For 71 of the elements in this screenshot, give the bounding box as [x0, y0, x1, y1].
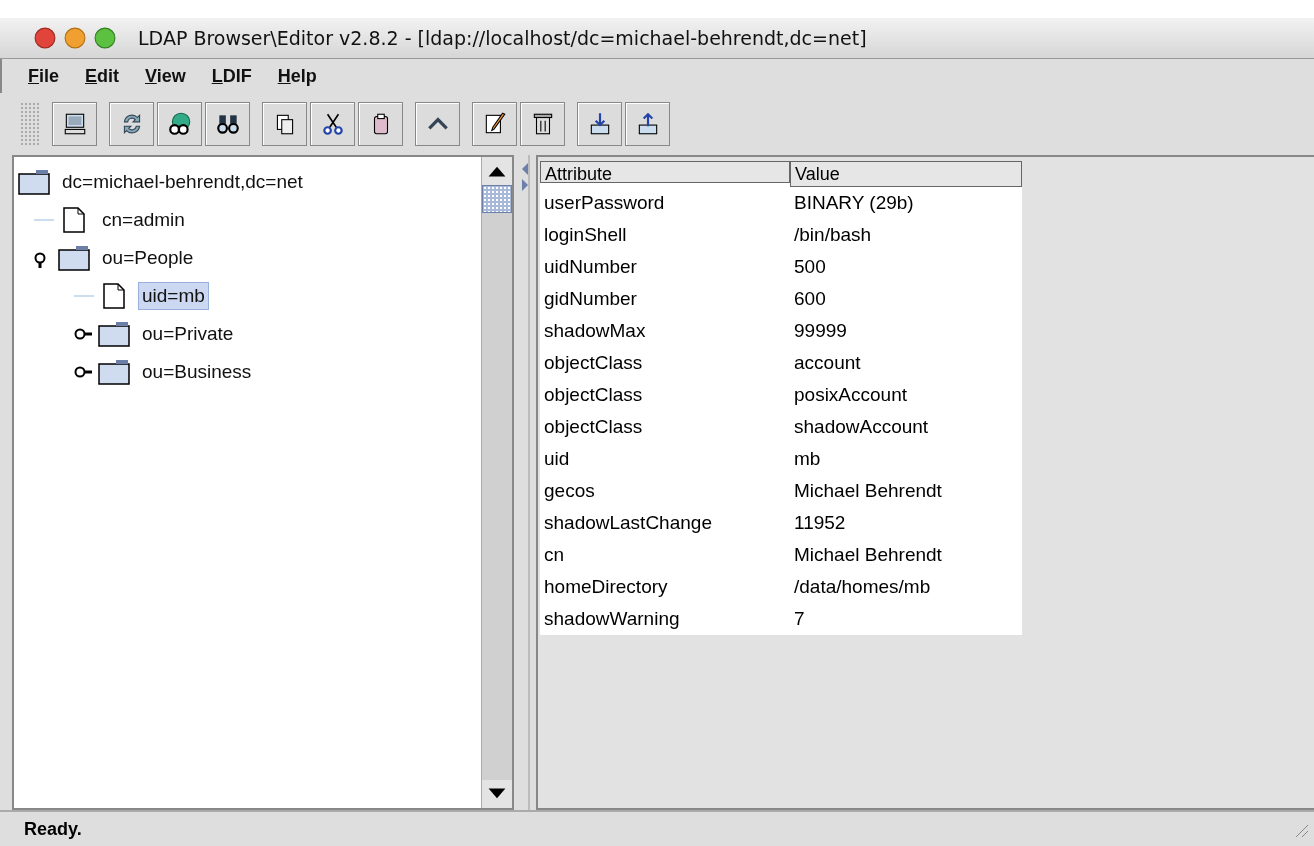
download-tray-button[interactable] — [577, 102, 622, 146]
folder-icon — [98, 359, 130, 385]
folder-icon — [18, 169, 50, 195]
table-cell-text: Michael Behrendt — [793, 543, 943, 567]
table-cell-text: 600 — [793, 287, 827, 311]
toolbar-grip[interactable] — [20, 102, 40, 146]
globe-binoculars-icon — [166, 111, 193, 137]
table-cell-text: shadowAccount — [793, 415, 930, 439]
table-cell-text: shadowWarning — [543, 607, 681, 631]
tree-node[interactable]: ou=Private — [138, 320, 238, 348]
table-cell-text: uidNumber — [543, 255, 638, 279]
table-cell-text: objectClass — [543, 415, 644, 439]
tree-connector-line — [34, 219, 54, 221]
scroll-up-icon[interactable] — [482, 157, 512, 185]
table-cell-text: objectClass — [543, 383, 644, 407]
tree-node[interactable]: uid=mb — [138, 282, 209, 310]
upload-tray-button[interactable] — [625, 102, 670, 146]
menu-item[interactable]: View — [145, 65, 186, 87]
close-button[interactable] — [34, 27, 56, 49]
computer-button[interactable] — [52, 102, 97, 146]
table-cell-text: userPassword — [543, 191, 666, 215]
trash-button[interactable] — [520, 102, 565, 146]
table-cell-text: 99999 — [793, 319, 848, 343]
zoom-button[interactable] — [94, 27, 116, 49]
table-cell-text: Michael Behrendt — [793, 479, 943, 503]
tree-node[interactable]: cn=admin — [98, 206, 189, 234]
table-cell-text: cn — [543, 543, 566, 567]
table-cell-text: loginShell — [543, 223, 628, 247]
tree-connector-line — [74, 295, 94, 297]
splitter-arrows-icon[interactable] — [520, 161, 530, 193]
window-title: LDAP Browser\Editor v2.8.2 - [ldap://localhost/dc=michael-behrendt,dc=net] — [138, 27, 867, 49]
table-cell-text: gecos — [543, 479, 596, 503]
column-header[interactable]: Attribute — [540, 161, 790, 183]
scroll-thumb[interactable] — [482, 185, 512, 213]
refresh-button[interactable] — [109, 102, 154, 146]
table-cell-text: 500 — [793, 255, 827, 279]
menu-item[interactable]: LDIF — [211, 65, 252, 87]
table-cell-text: /bin/bash — [793, 223, 873, 247]
pencil-note-button[interactable] — [472, 102, 517, 146]
copy-button[interactable] — [262, 102, 307, 146]
globe-binoculars-button[interactable] — [157, 102, 202, 146]
table-cell-text: homeDirectory — [543, 575, 669, 599]
tree-node[interactable]: ou=Business — [138, 358, 256, 386]
folder-icon — [58, 245, 90, 271]
scroll-down-icon[interactable] — [482, 780, 512, 808]
binoculars-button[interactable] — [205, 102, 250, 146]
menu-item[interactable]: Edit — [85, 65, 120, 87]
status-text: Ready. — [24, 818, 83, 840]
table-cell-text: mb — [793, 447, 822, 471]
table-cell-text: gidNumber — [543, 287, 638, 311]
tree-node[interactable]: dc=michael-behrendt,dc=net — [58, 168, 307, 196]
table-cell-text: posixAccount — [793, 383, 908, 407]
table-cell-text: objectClass — [543, 351, 644, 375]
table-cell-text: 7 — [793, 607, 806, 631]
folder-icon — [98, 321, 130, 347]
table-cell-text: uid — [543, 447, 571, 471]
menu-item[interactable]: File — [28, 65, 59, 87]
scrollbar[interactable] — [481, 157, 512, 808]
scissors-button[interactable] — [310, 102, 355, 146]
table-cell-text: shadowLastChange — [543, 511, 713, 535]
column-header[interactable]: Value — [790, 161, 1022, 187]
table-cell-text: shadowMax — [543, 319, 647, 343]
tree-node[interactable]: ou=People — [98, 244, 198, 272]
clipboard-button[interactable] — [358, 102, 403, 146]
table-cell-text: account — [793, 351, 862, 375]
chevron-up-button[interactable] — [415, 102, 460, 146]
menu-item[interactable]: Help — [277, 65, 317, 87]
table-cell-text: /data/homes/mb — [793, 575, 932, 599]
minimize-button[interactable] — [64, 27, 86, 49]
table-cell-text: BINARY (29b) — [793, 191, 915, 215]
table-cell-text: 11952 — [793, 511, 847, 535]
